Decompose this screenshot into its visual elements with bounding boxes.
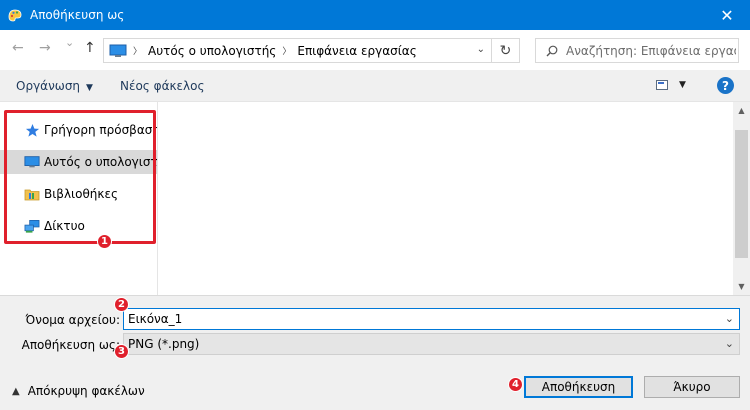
filetype-selected-value: PNG (*.png) — [128, 337, 200, 351]
filetype-select[interactable]: PNG (*.png) ⌄ — [123, 333, 740, 355]
recent-locations-chevron-icon[interactable]: ⌄ — [65, 36, 74, 49]
computer-icon — [24, 154, 40, 170]
filename-combobox[interactable]: ⌄ — [123, 308, 740, 330]
chevron-down-icon[interactable]: ⌄ — [725, 312, 734, 325]
save-button[interactable]: Αποθήκευση — [524, 376, 633, 398]
sidebar-item-quick-access[interactable]: Γρήγορη πρόσβαση — [0, 118, 157, 142]
content-area: Γρήγορη πρόσβαση Αυτός ο υπολογιστής Βιβ… — [0, 102, 750, 295]
back-arrow-icon[interactable]: ← — [12, 40, 24, 56]
scroll-up-arrow-icon[interactable]: ▲ — [733, 102, 750, 119]
annotation-badge-2: 2 — [114, 297, 129, 312]
navigation-bar: ← → ⌄ ↑ 〉 Αυτός ο υπολογιστής 〉 Επιφάνει… — [0, 30, 750, 70]
scrollbar-thumb[interactable] — [735, 130, 748, 258]
search-icon — [546, 45, 558, 57]
address-bar[interactable]: 〉 Αυτός ο υπολογιστής 〉 Επιφάνεια εργασί… — [103, 38, 520, 63]
address-history-chevron-icon[interactable]: ⌄ — [477, 44, 485, 55]
up-arrow-icon[interactable]: ↑ — [84, 40, 96, 56]
view-options-caret-icon[interactable]: ▼ — [679, 80, 686, 90]
caret-down-icon: ▼ — [86, 83, 93, 93]
search-input[interactable] — [566, 43, 736, 58]
help-icon[interactable]: ? — [717, 77, 734, 94]
breadcrumb-this-pc[interactable]: Αυτός ο υπολογιστής — [148, 44, 276, 58]
refresh-icon[interactable]: ↻ — [491, 39, 519, 62]
save-form: Όνομα αρχείου: ⌄ Αποθήκευση ως: PNG (*.p… — [0, 295, 750, 410]
window-title: Αποθήκευση ως — [30, 8, 125, 22]
command-toolbar: Οργάνωση ▼ Νέος φάκελος ▼ ? — [0, 70, 750, 102]
libraries-icon — [24, 186, 40, 202]
filename-label: Όνομα αρχείου: — [25, 313, 121, 327]
cancel-button[interactable]: Άκυρο — [644, 376, 740, 398]
paint-app-icon — [6, 6, 24, 24]
sidebar-item-network[interactable]: Δίκτυο — [0, 214, 157, 238]
star-icon — [24, 122, 40, 138]
breadcrumb-separator-icon: 〉 — [282, 47, 292, 57]
sidebar-item-label: Αυτός ο υπολογιστής — [44, 155, 157, 169]
new-folder-button[interactable]: Νέος φάκελος — [120, 79, 205, 93]
chevron-up-icon: ▲ — [12, 385, 20, 397]
hide-folders-label: Απόκρυψη φακέλων — [27, 384, 145, 398]
network-icon — [24, 218, 40, 234]
sidebar-item-label: Δίκτυο — [44, 219, 85, 233]
organize-menu-button[interactable]: Οργάνωση ▼ — [16, 79, 93, 93]
annotation-badge-1: 1 — [97, 234, 112, 249]
change-view-icon[interactable] — [656, 80, 668, 90]
breadcrumb-separator-icon: 〉 — [133, 47, 143, 57]
forward-arrow-icon[interactable]: → — [39, 40, 51, 56]
sidebar-item-label: Γρήγορη πρόσβαση — [44, 123, 157, 137]
sidebar-item-label: Βιβλιοθήκες — [44, 187, 119, 201]
organize-label: Οργάνωση — [16, 79, 81, 93]
breadcrumb-desktop[interactable]: Επιφάνεια εργασίας — [297, 44, 416, 58]
filetype-label: Αποθήκευση ως: — [21, 338, 120, 352]
filename-input[interactable] — [128, 312, 708, 326]
sidebar-item-this-pc[interactable]: Αυτός ο υπολογιστής — [0, 150, 157, 174]
navigation-pane: Γρήγορη πρόσβαση Αυτός ο υπολογιστής Βιβ… — [0, 102, 158, 295]
hide-folders-button[interactable]: ▲ Απόκρυψη φακέλων — [12, 384, 145, 398]
annotation-badge-3: 3 — [114, 344, 129, 359]
annotation-badge-4: 4 — [508, 377, 523, 392]
scroll-down-arrow-icon[interactable]: ▼ — [733, 278, 750, 295]
chevron-down-icon: ⌄ — [724, 337, 734, 350]
sidebar-item-libraries[interactable]: Βιβλιοθήκες — [0, 182, 157, 206]
close-icon[interactable]: ✕ — [704, 0, 750, 30]
monitor-icon — [109, 44, 127, 58]
title-bar: Αποθήκευση ως ✕ — [0, 0, 750, 30]
vertical-scrollbar[interactable]: ▲ ▼ — [733, 102, 750, 295]
search-box[interactable] — [535, 38, 739, 63]
